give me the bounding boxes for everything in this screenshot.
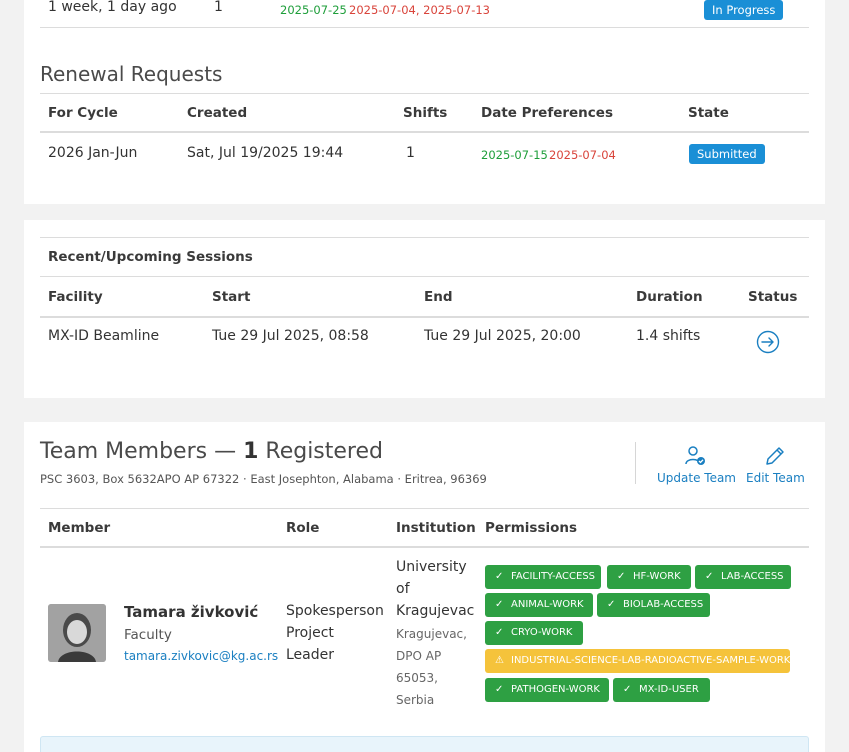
pencil-icon	[766, 447, 784, 465]
divider	[635, 442, 636, 484]
header-role: Role	[286, 520, 320, 536]
check-icon: ✓	[617, 571, 626, 582]
divider	[40, 508, 809, 509]
check-icon: ✓	[495, 571, 504, 582]
permission-badge: ✓ LAB-ACCESS	[695, 565, 791, 589]
institution-line: of	[396, 581, 410, 597]
edit-team-button[interactable]: Edit Team	[744, 444, 808, 488]
header-facility: Facility	[48, 289, 103, 305]
renewal-date-red: 2025-07-04	[549, 148, 616, 162]
status-badge-in-progress: In Progress	[704, 0, 784, 20]
header-created: Created	[187, 105, 248, 121]
institution-line: University	[396, 559, 467, 575]
avatar	[48, 604, 106, 662]
permission-badge: ✓ CRYO-WORK	[485, 621, 583, 645]
header-date-preferences: Date Preferences	[481, 105, 613, 121]
update-team-button[interactable]: Update Team	[654, 444, 736, 488]
sessions-card: Recent/Upcoming Sessions Facility Start …	[24, 220, 825, 398]
session-end: Tue 29 Jul 2025, 20:00	[424, 328, 581, 344]
team-count: 1	[243, 439, 259, 464]
session-facility: MX-ID Beamline	[48, 328, 160, 344]
team-address: PSC 3603, Box 5632APO AP 67322 · East Jo…	[40, 472, 487, 486]
status-badge-submitted: Submitted	[689, 144, 765, 164]
permission-badge: ✓ BIOLAB-ACCESS	[597, 593, 710, 617]
session-duration: 1.4 shifts	[636, 328, 701, 344]
top-row-date-red: 2025-07-04, 2025-07-13	[349, 3, 490, 17]
renewal-date-green: 2025-07-15	[481, 148, 548, 162]
renewal-title: Renewal Requests	[40, 62, 223, 86]
header-status: Status	[748, 289, 798, 305]
renewal-cycle: 2026 Jan-Jun	[48, 145, 138, 161]
role-line: Project	[286, 625, 334, 641]
edit-team-label: Edit Team	[746, 471, 805, 485]
divider	[40, 93, 809, 94]
address-line: DPO AP	[396, 649, 442, 663]
check-icon: ✓	[495, 599, 504, 610]
divider	[40, 316, 809, 318]
check-icon: ✓	[607, 599, 616, 610]
top-row-shifts: 1	[214, 0, 223, 15]
header-state: State	[688, 105, 729, 121]
address-line: Serbia	[396, 693, 435, 707]
warning-icon: ⚠	[495, 655, 504, 666]
header-permissions: Permissions	[485, 520, 578, 536]
address-line: Kragujevac,	[396, 627, 467, 641]
team-title-suffix: Registered	[258, 439, 383, 464]
check-icon: ✓	[495, 684, 504, 695]
renewal-created: Sat, Jul 19/2025 19:44	[187, 145, 344, 161]
team-title: Team Members — 1 Registered	[40, 439, 383, 464]
header-end: End	[424, 289, 453, 305]
team-title-prefix: Team Members —	[40, 439, 244, 464]
member-name: Tamara živković	[124, 603, 259, 621]
permission-badge: ✓ HF-WORK	[607, 565, 691, 589]
projects-card: 1 week, 1 day ago 1 2025-07-25 2025-07-0…	[24, 0, 825, 204]
top-row-date-green: 2025-07-25	[280, 3, 347, 17]
permission-badge: ✓ MX-ID-USER	[613, 678, 710, 702]
divider	[40, 27, 809, 28]
header-start: Start	[212, 289, 251, 305]
member-type: Faculty	[124, 627, 172, 643]
sessions-title: Recent/Upcoming Sessions	[48, 249, 253, 265]
permission-badge: ✓ PATHOGEN-WORK	[485, 678, 609, 702]
info-bar	[40, 736, 809, 752]
check-icon: ✓	[705, 571, 714, 582]
header-institution: Institution	[396, 520, 476, 536]
team-card: Team Members — 1 Registered PSC 3603, Bo…	[24, 422, 825, 752]
arrow-circle-right-icon[interactable]	[755, 329, 781, 355]
permission-badge-warning: ⚠ INDUSTRIAL-SCIENCE-LAB-RADIOACTIVE-SAMP…	[485, 649, 790, 673]
permission-badge: ✓ ANIMAL-WORK	[485, 593, 593, 617]
permission-badge: ✓ FACILITY-ACCESS	[485, 565, 601, 589]
header-shifts: Shifts	[403, 105, 448, 121]
divider	[40, 546, 809, 548]
top-row-duration: 1 week, 1 day ago	[48, 0, 177, 15]
header-duration: Duration	[636, 289, 703, 305]
header-member: Member	[48, 520, 111, 536]
member-email-link[interactable]: tamara.zivkovic@kg.ac.rs	[124, 649, 278, 663]
update-team-label: Update Team	[657, 471, 736, 485]
divider	[40, 276, 809, 277]
renewal-shifts: 1	[406, 145, 415, 161]
address-line: 65053,	[396, 671, 438, 685]
institution-line: Kragujevac	[396, 603, 475, 619]
divider	[40, 131, 809, 133]
header-for-cycle: For Cycle	[48, 105, 118, 121]
session-start: Tue 29 Jul 2025, 08:58	[212, 328, 369, 344]
divider	[40, 237, 809, 238]
check-icon: ✓	[623, 684, 632, 695]
role-line: Leader	[286, 647, 335, 663]
user-check-icon	[685, 446, 705, 465]
role-line: Spokesperson	[286, 603, 384, 619]
check-icon: ✓	[495, 627, 504, 638]
